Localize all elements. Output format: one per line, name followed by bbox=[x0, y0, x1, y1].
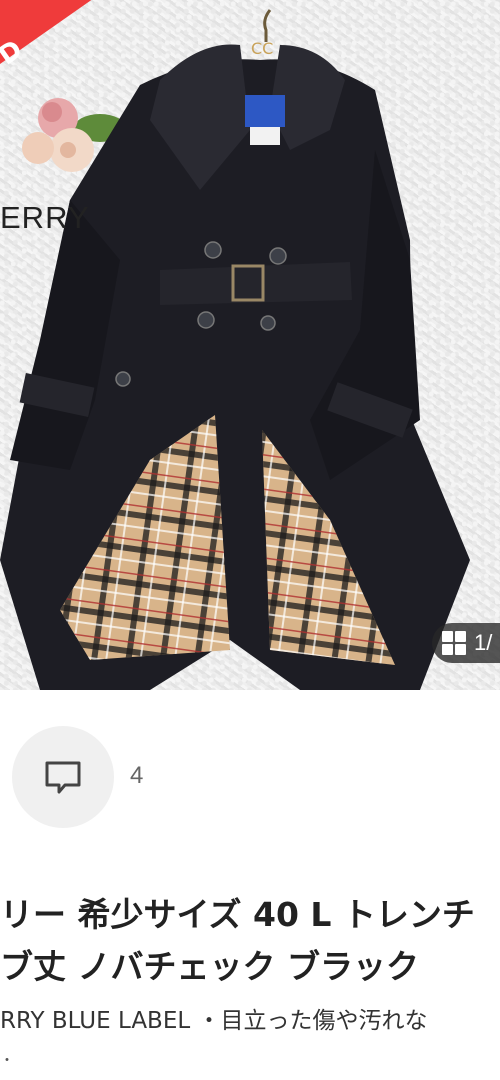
item-title-line-1: リー 希少サイズ 40 L トレンチ bbox=[0, 895, 475, 934]
brand-logo: CC bbox=[251, 39, 273, 58]
grid-icon bbox=[442, 631, 466, 655]
product-photo[interactable]: CC D ERRY 1/ bbox=[0, 0, 500, 690]
comment-count: 4 bbox=[130, 762, 144, 789]
trench-coat-image: CC bbox=[0, 9, 470, 690]
item-title-line-2: ブ丈 ノバチェック ブラック bbox=[0, 947, 419, 986]
image-counter-text: 1/ bbox=[474, 630, 493, 655]
image-counter-button[interactable]: 1/ bbox=[432, 623, 500, 663]
comment-icon bbox=[45, 761, 81, 794]
description-continuation-mark: ・ bbox=[0, 1053, 14, 1069]
item-description: RRY BLUE LABEL ・目立った傷や汚れな bbox=[0, 1008, 428, 1034]
comment-button[interactable] bbox=[12, 726, 114, 828]
brand-overlay-text: ERRY bbox=[0, 200, 90, 235]
